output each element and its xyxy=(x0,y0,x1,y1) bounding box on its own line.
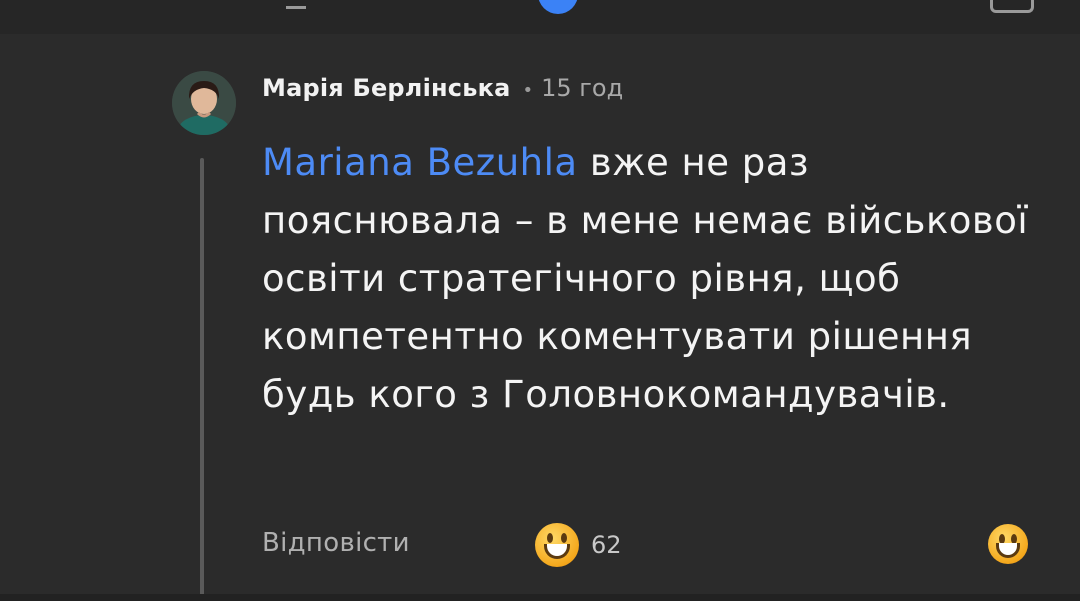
bottom-divider xyxy=(0,594,1080,601)
comment-body: Mariana Bezuhla вже не раз пояснювала – … xyxy=(262,134,1042,424)
timestamp[interactable]: 15 год xyxy=(541,74,623,102)
author-name[interactable]: Марія Берлінська xyxy=(262,74,510,102)
comment-header: Марія Берлінська • 15 год xyxy=(262,74,623,110)
grinning-face-icon xyxy=(535,523,579,567)
like-icon[interactable] xyxy=(538,0,578,14)
separator-dot: • xyxy=(522,80,534,101)
toolbar-icon[interactable] xyxy=(286,0,306,9)
add-reaction-button[interactable] xyxy=(988,524,1028,564)
mention-link[interactable]: Mariana Bezuhla xyxy=(262,141,578,184)
comment-icon[interactable] xyxy=(990,0,1034,13)
reaction-summary[interactable]: 62 xyxy=(535,522,622,568)
reaction-count: 62 xyxy=(591,531,622,559)
grinning-face-icon xyxy=(988,524,1028,564)
top-toolbar xyxy=(0,0,1080,34)
avatar[interactable] xyxy=(172,71,236,135)
reply-button[interactable]: Відповісти xyxy=(262,528,410,558)
thread-line xyxy=(200,158,204,601)
